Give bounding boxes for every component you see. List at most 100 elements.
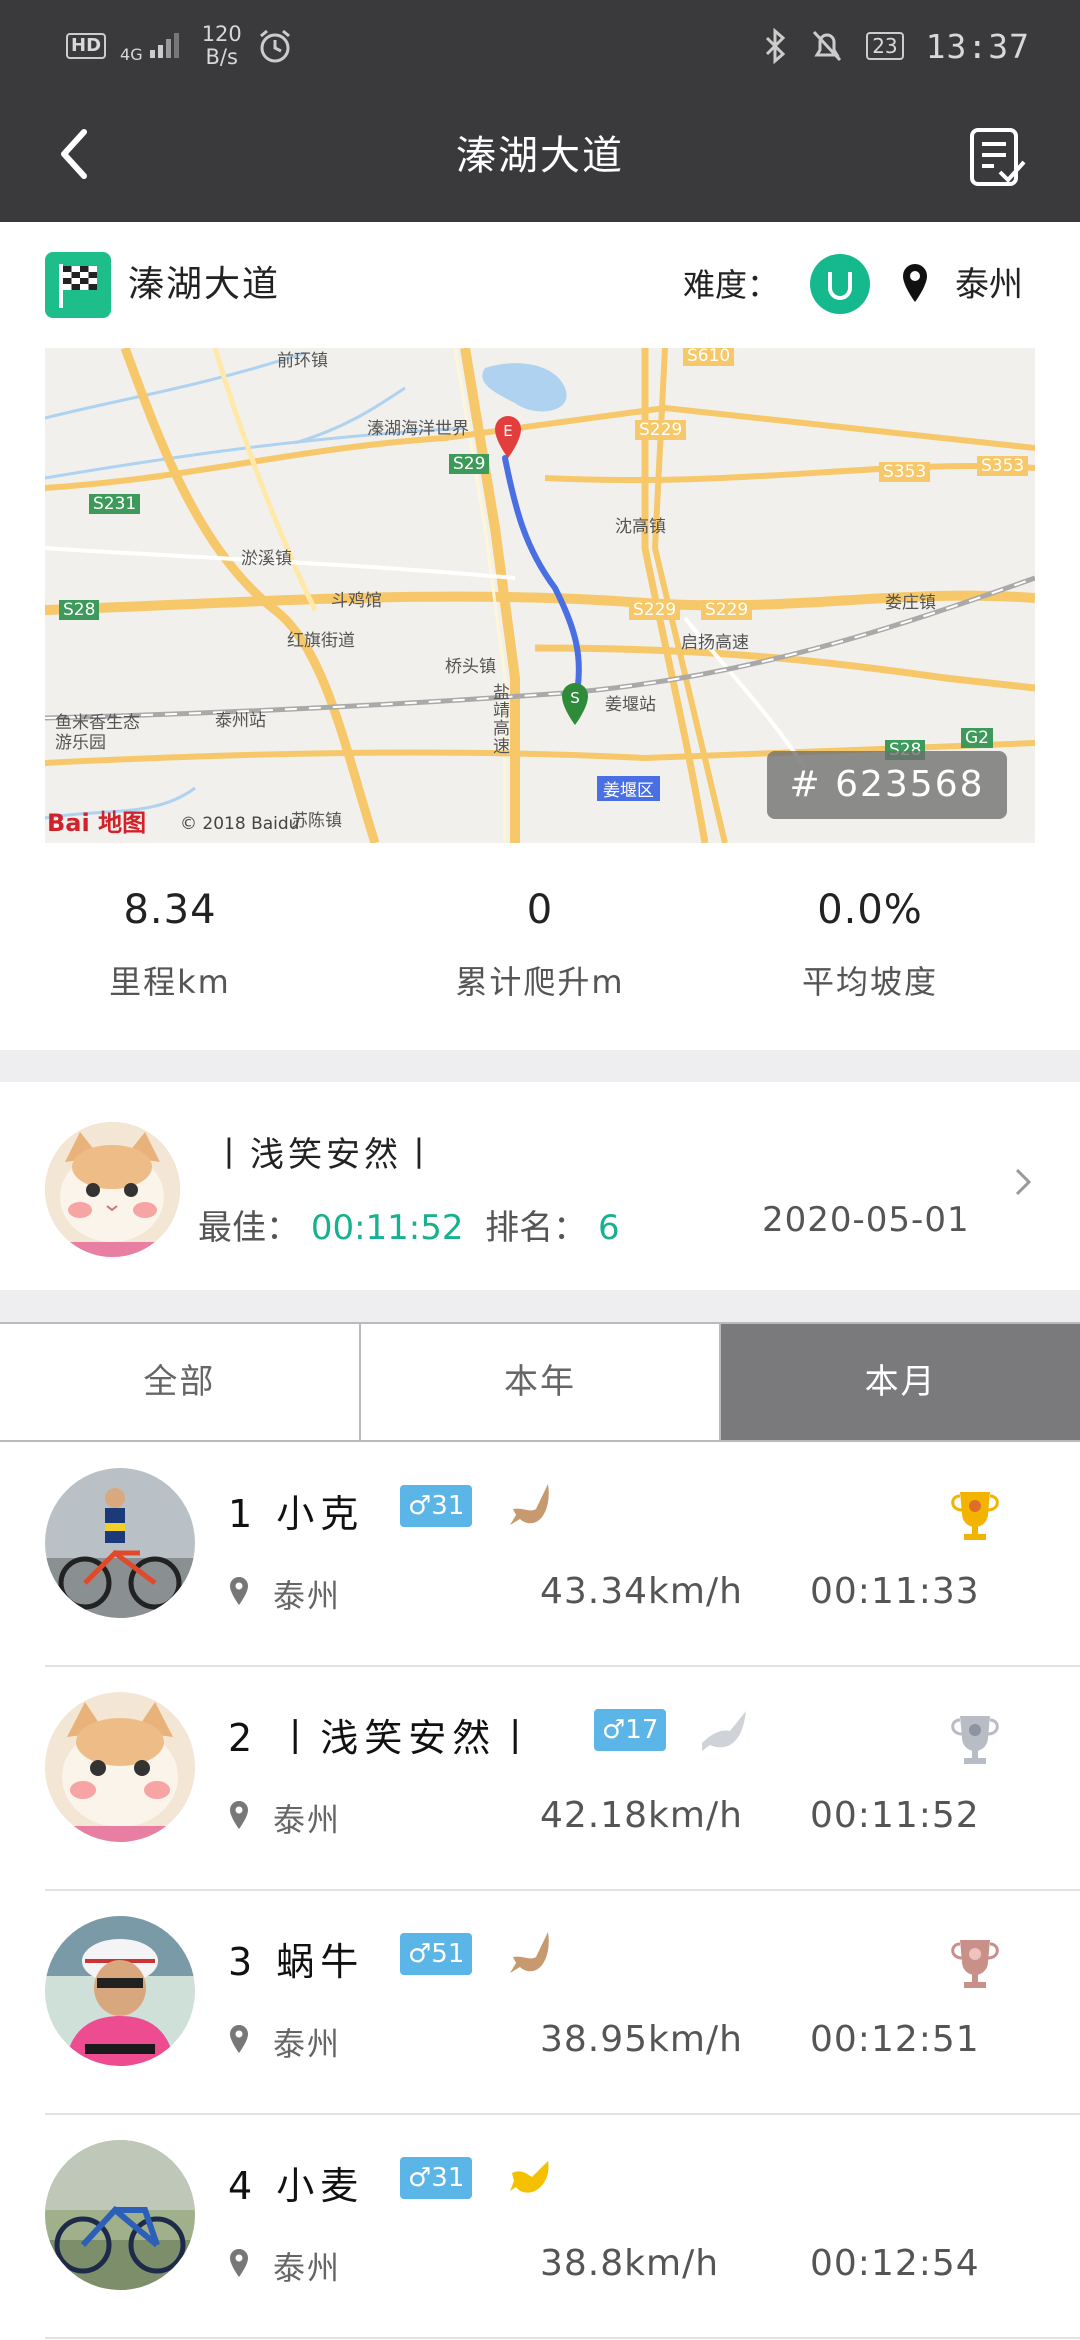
gold-trophy-icon xyxy=(951,1492,999,1540)
rider-city: 泰州 xyxy=(273,2249,342,2287)
leaderboard-row[interactable]: 2 丨浅笑安然丨 ♂17 泰州 42.18km/h 00:11:52 xyxy=(0,1667,1080,1891)
map-label: 桥头镇 xyxy=(445,657,496,677)
avatar xyxy=(45,2140,195,2290)
rider-name: 蜗牛 xyxy=(276,1940,365,1984)
best-label: 最佳： xyxy=(198,1208,300,1248)
tab-month[interactable]: 本月 xyxy=(719,1324,1080,1440)
map-label: 淤溪镇 xyxy=(241,549,292,569)
route-stats: 8.34 里程km 0 累计爬升m 0.0% 平均坡度 xyxy=(0,843,1080,1050)
road-code: S29 xyxy=(449,454,490,474)
status-left: HD 4G 120 B/s xyxy=(66,20,294,72)
location-pin-icon xyxy=(230,2249,248,2277)
avatar xyxy=(45,1468,195,1618)
route-name: 溱湖大道 xyxy=(128,264,281,305)
silver-trophy-icon xyxy=(951,1716,999,1764)
road-code: S353 xyxy=(977,456,1029,476)
avg-speed: 38.8km/h xyxy=(540,2243,720,2284)
battery-indicator: 23 xyxy=(866,32,904,60)
bird-rank-icon xyxy=(510,1932,549,1973)
avg-speed: 38.95km/h xyxy=(540,2019,743,2060)
rank-and-name: 1 小克 xyxy=(228,1483,364,1538)
location-pin-icon xyxy=(903,264,927,302)
road-code: S229 xyxy=(629,600,681,620)
row-divider xyxy=(45,2337,1080,2339)
rider-city: 泰州 xyxy=(273,1801,342,1839)
ride-time: 00:12:54 xyxy=(810,2243,980,2284)
status-bar: HD 4G 120 B/s 23 13:37 xyxy=(0,0,1080,90)
rank-and-name: 2 丨浅笑安然丨 xyxy=(228,1707,540,1762)
section-divider xyxy=(0,1290,1080,1322)
location-pin-icon xyxy=(230,1801,248,1829)
map-label: 红旗街道 xyxy=(287,631,355,651)
rank-label: 排名： xyxy=(485,1208,588,1248)
checkered-flag-icon xyxy=(45,252,111,318)
map-label: 斗鸡馆 xyxy=(331,591,382,611)
avatar xyxy=(45,1122,180,1257)
clock: 13:37 xyxy=(925,26,1030,66)
rider-name: 小克 xyxy=(276,1492,365,1536)
mute-bell-icon xyxy=(813,30,842,62)
tab-year[interactable]: 本年 xyxy=(358,1324,720,1440)
avatar xyxy=(45,1692,195,1842)
stat-climb: 0 累计爬升m xyxy=(370,883,710,1003)
bird-rank-icon xyxy=(510,1484,549,1525)
personal-best-row[interactable]: 丨浅笑安然丨 最佳： 00:11:52 排名： 6 2020-05-01 xyxy=(0,1082,1080,1290)
stat-value: 0.0% xyxy=(817,887,923,933)
stat-label: 平均坡度 xyxy=(801,963,938,1001)
leaderboard-row[interactable]: 1 小克 ♂31 泰州 43.34km/h 00:11:33 xyxy=(0,1443,1080,1667)
difficulty-label: 难度： xyxy=(683,266,780,304)
avg-speed: 42.18km/h xyxy=(540,1795,743,1836)
route-id-badge: # 623568 xyxy=(767,751,1007,819)
start-marker-label: S xyxy=(570,689,580,707)
net-speed-unit: B/s xyxy=(205,45,238,69)
rider-name: 丨浅笑安然丨 xyxy=(276,1716,541,1760)
avg-speed: 43.34km/h xyxy=(540,1571,743,1612)
map-label: 启扬高速 xyxy=(681,633,749,653)
stat-grade: 0.0% 平均坡度 xyxy=(700,883,1040,1003)
rank-and-name: 3 蜗牛 xyxy=(228,1931,364,1986)
road-code: S229 xyxy=(635,420,687,440)
status-right: 23 13:37 xyxy=(762,22,1030,70)
bluetooth-icon xyxy=(766,28,786,64)
user-name: 丨浅笑安然丨 xyxy=(212,1135,440,1175)
ride-time: 00:11:52 xyxy=(810,1795,980,1836)
level-badge: ♂17 xyxy=(594,1709,667,1751)
bird-rank-icon xyxy=(510,2161,549,2193)
network-indicator: 4G xyxy=(120,30,188,63)
road-code: S353 xyxy=(879,462,931,482)
map-label: 姜堰站 xyxy=(605,695,656,715)
location-pin-icon xyxy=(230,2025,248,2053)
swallow-rank-icon xyxy=(702,1711,746,1751)
net-speed: 120 B/s xyxy=(202,23,242,69)
tab-all[interactable]: 全部 xyxy=(0,1324,359,1440)
best-summary: 最佳： 00:11:52 排名： 6 xyxy=(198,1200,620,1249)
map-label: 溱湖海洋世界 xyxy=(367,419,469,439)
avatar xyxy=(45,1916,195,2066)
rank-number: 4 xyxy=(228,2164,259,2208)
location-pin-icon xyxy=(230,1577,248,1605)
leaderboard-row[interactable]: 4 小麦 ♂31 泰州 38.8km/h 00:12:54 xyxy=(0,2115,1080,2339)
map-label: 姜堰区 xyxy=(597,776,660,801)
road-code: G2 xyxy=(961,728,993,748)
page-title: 溱湖大道 xyxy=(456,133,624,179)
stat-label: 累计爬升m xyxy=(455,963,625,1001)
end-marker-label: E xyxy=(503,422,512,440)
checklist-icon xyxy=(970,128,1026,186)
map-label: 游乐园 xyxy=(55,733,106,753)
leaderboard-row[interactable]: 3 蜗牛 ♂51 泰州 38.95km/h 00:12:51 xyxy=(0,1891,1080,2115)
rank-value: 6 xyxy=(597,1208,620,1248)
road-code: S610 xyxy=(683,348,735,366)
map-label: 沈高镇 xyxy=(615,517,666,537)
road-code: S28 xyxy=(59,600,100,620)
records-button[interactable] xyxy=(964,122,1034,192)
bronze-trophy-icon xyxy=(951,1940,999,1988)
alarm-icon xyxy=(259,29,290,63)
route-map[interactable]: E S 前环镇 溱湖海洋世界 沈高镇 淤溪镇 斗鸡馆 红旗街道 桥头镇 启扬高速… xyxy=(45,348,1035,843)
title-bar: 溱湖大道 xyxy=(0,90,1080,222)
baidu-map-logo: Bai 地图 xyxy=(47,809,147,837)
best-date: 2020-05-01 xyxy=(762,1200,970,1240)
ride-time: 00:11:33 xyxy=(810,1571,980,1612)
map-label: 娄庄镇 xyxy=(885,593,936,613)
rank-number: 2 xyxy=(228,1716,259,1760)
net-speed-value: 120 xyxy=(201,22,242,46)
